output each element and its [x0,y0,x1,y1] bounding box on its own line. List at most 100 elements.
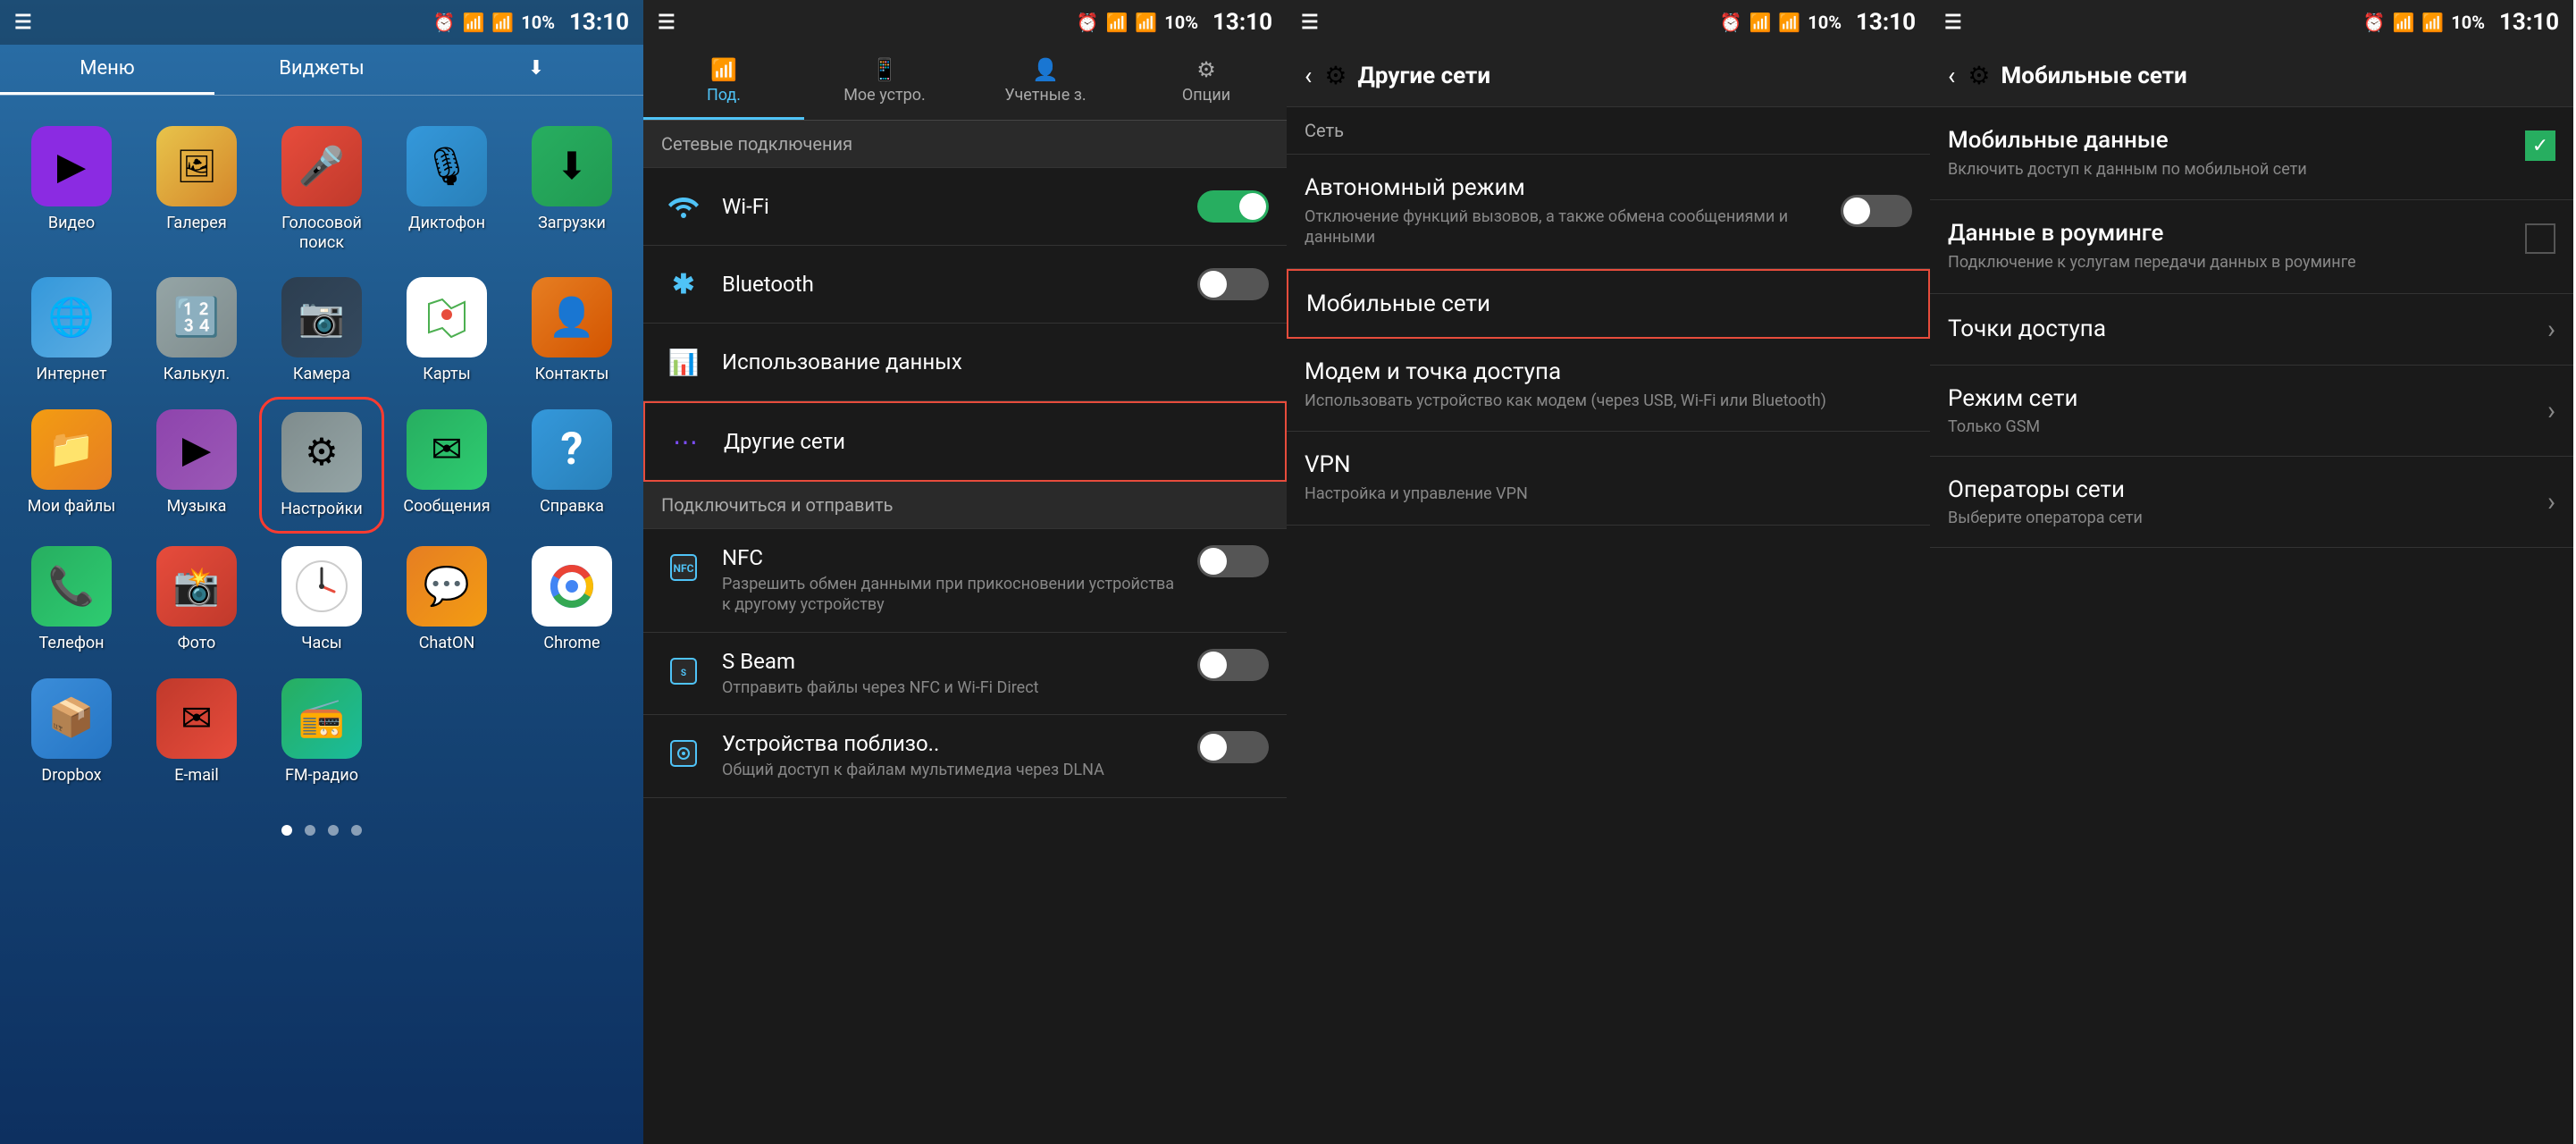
app-clock[interactable]: Часы [259,534,384,666]
tab-widgets[interactable]: Виджеты [214,45,429,95]
app-label-internet: Интернет [36,365,106,384]
tab-accounts-label: Учетные з. [1004,86,1086,105]
signal-icon-2: 📶 [1135,12,1157,33]
app-photos[interactable]: 📸 Фото [134,534,259,666]
battery-text-4: 10% [2451,12,2485,33]
nfc-toggle[interactable] [1197,545,1269,577]
access-points-chevron: › [2547,314,2555,345]
app-music[interactable]: ▶ Музыка [134,397,259,534]
toggle-knob-airplane [1843,198,1870,224]
settings-other-networks[interactable]: ⋯ Другие сети [643,401,1287,482]
time-display-3: 13:10 [1856,9,1916,36]
dot-1[interactable] [281,825,292,836]
app-maps[interactable]: Карты [384,265,509,397]
battery-text: 10% [521,12,555,33]
app-settings[interactable]: ⚙ Настройки [259,397,384,534]
back-button-other[interactable]: ‹ [1305,61,1312,90]
settings-bluetooth[interactable]: ✱ Bluetooth [643,246,1287,324]
app-video[interactable]: ▶ Видео [9,114,134,265]
time-display-2: 13:10 [1212,9,1272,36]
app-internet[interactable]: 🌐 Интернет [9,265,134,397]
mobile-data-content: Мобильные данные Включить доступ к данны… [1948,127,2516,180]
app-calc[interactable]: 🔢 Калькул. [134,265,259,397]
airplane-mode[interactable]: Автономный режим Отключение функций вызо… [1287,155,1930,269]
bluetooth-icon: ✱ [661,262,706,307]
mobile-data-item[interactable]: Мобильные данные Включить доступ к данны… [1930,107,2573,200]
app-fm[interactable]: 📻 FM-радио [259,666,384,798]
sbeam-content: S Beam Отправить файлы через NFC и Wi-Fi… [722,649,1187,698]
app-dropbox[interactable]: 📦 Dropbox [9,666,134,798]
wifi-icon-3: 📶 [1749,12,1771,33]
checkbox-off-icon [2525,223,2555,254]
app-email[interactable]: ✉ E-mail [134,666,259,798]
dot-4[interactable] [351,825,362,836]
tab-download[interactable]: ⬇ [429,45,643,95]
accounts-icon: 👤 [972,57,1119,82]
vpn-item[interactable]: VPN Настройка и управление VPN [1287,432,1930,525]
app-gallery[interactable]: 🖼 Галерея [134,114,259,265]
time-display: 13:10 [569,9,629,36]
tab-accounts[interactable]: 👤 Учетные з. [965,45,1126,120]
settings-wifi[interactable]: Wi-Fi [643,168,1287,246]
app-contacts[interactable]: 👤 Контакты [509,265,634,397]
app-downloads[interactable]: ⬇ Загрузки [509,114,634,265]
network-operators-item[interactable]: Операторы сети Выберите оператора сети › [1930,457,2573,548]
battery-text-3: 10% [1808,12,1842,33]
app-label-recorder: Диктофон [408,214,485,233]
tab-options[interactable]: ⚙ Опции [1126,45,1287,120]
modem-hotspot[interactable]: Модем и точка доступа Использовать устро… [1287,339,1930,432]
access-points-item[interactable]: Точки доступа › [1930,294,2573,366]
nearby-subtitle: Общий доступ к файлам мультимедиа через … [722,760,1187,780]
status-left: ☰ [14,12,32,34]
dot-2[interactable] [305,825,315,836]
network-mode-chevron: › [2547,395,2555,426]
app-files[interactable]: 📁 Мои файлы [9,397,134,534]
settings-sbeam[interactable]: S S Beam Отправить файлы через NFC и Wi-… [643,633,1287,715]
nearby-content: Устройства поблизо.. Общий доступ к файл… [722,731,1187,780]
nfc-icon: NFC [661,545,706,590]
settings-nearby[interactable]: Устройства поблизо.. Общий доступ к файл… [643,715,1287,797]
roaming-checkbox[interactable] [2525,223,2555,254]
mobile-data-checkbox[interactable]: ✓ [2525,130,2555,161]
app-messages[interactable]: ✉ Сообщения [384,397,509,534]
settings-tabs: 📶 Под. 📱 Мое устро. 👤 Учетные з. ⚙ Опции [643,45,1287,121]
toggle-knob-bt [1200,271,1227,298]
connections-icon: 📶 [650,57,797,82]
status-right-2: ⏰ 📶 📶 10% 13:10 [1077,9,1272,36]
network-operators-subtitle: Выберите оператора сети [1948,509,2547,527]
app-help[interactable]: ? Справка [509,397,634,534]
nearby-toggle[interactable] [1197,731,1269,763]
dot-3[interactable] [328,825,339,836]
app-phone[interactable]: 📞 Телефон [9,534,134,666]
data-roaming-item[interactable]: Данные в роуминге Подключение к услугам … [1930,200,2573,293]
network-mode-item[interactable]: Режим сети Только GSM › [1930,366,2573,457]
bluetooth-toggle[interactable] [1197,268,1269,300]
app-label-downloads: Загрузки [538,214,606,233]
status-right: ⏰ 📶 📶 10% 13:10 [433,9,629,36]
airplane-toggle[interactable] [1841,195,1912,227]
sbeam-toggle[interactable] [1197,649,1269,681]
app-recorder[interactable]: 🎙 Диктофон [384,114,509,265]
app-chaton[interactable]: 💬 ChatON [384,534,509,666]
app-label-chrome: Chrome [543,634,600,653]
app-camera[interactable]: 📷 Камера [259,265,384,397]
toggle-knob-nearby [1200,734,1227,761]
app-label-fm: FM-радио [285,766,358,786]
mobile-networks-item[interactable]: Мобильные сети [1287,269,1930,339]
back-button-mobile[interactable]: ‹ [1948,61,1955,90]
app-icon-downloads: ⬇ [532,126,612,206]
app-icon-messages: ✉ [407,409,487,490]
wifi-toggle[interactable] [1197,190,1269,223]
modem-title: Модем и точка доступа [1305,358,1912,385]
other-networks-icon: ⋯ [663,419,708,464]
app-voice[interactable]: 🎤 Голосовой поиск [259,114,384,265]
tab-connections[interactable]: 📶 Под. [643,45,804,120]
access-points-content: Точки доступа [1948,315,2547,342]
app-chrome[interactable]: Chrome [509,534,634,666]
tab-device[interactable]: 📱 Мое устро. [804,45,965,120]
settings-data-usage[interactable]: 📊 Использование данных [643,324,1287,401]
tab-menu[interactable]: Меню [0,45,214,95]
settings-nfc[interactable]: NFC NFC Разрешить обмен данными при прик… [643,529,1287,633]
alarm-icon-2: ⏰ [1077,12,1099,33]
notification-icon-2: ☰ [658,12,675,34]
